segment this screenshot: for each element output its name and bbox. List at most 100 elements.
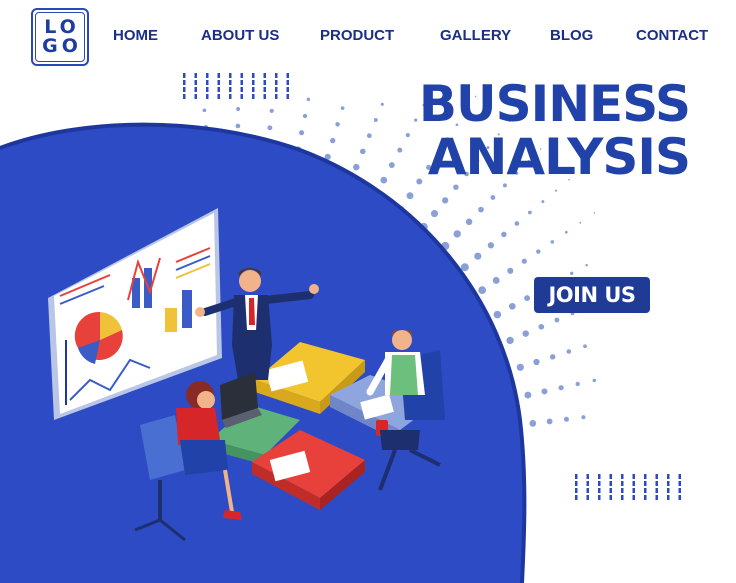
grid-dot [655, 488, 658, 493]
halftone-dot [442, 197, 449, 204]
grid-dot [217, 87, 220, 92]
grid-dot [194, 73, 197, 78]
grid-dot [667, 495, 670, 500]
halftone-dot [585, 263, 588, 267]
grid-dot [598, 488, 601, 493]
halftone-dot [353, 163, 360, 171]
halftone-dot [269, 108, 274, 113]
grid-dot [229, 80, 232, 85]
nav-home[interactable]: HOME [113, 27, 158, 44]
grid-dot [575, 488, 578, 493]
halftone-dot [373, 118, 378, 122]
halftone-dot [299, 130, 305, 136]
halftone-dot [575, 381, 580, 387]
grid-dot [655, 481, 658, 486]
grid-dot [217, 94, 220, 99]
halftone-dot [554, 317, 560, 323]
halftone-dot [508, 302, 516, 310]
grid-dot [678, 481, 681, 486]
grid-dot [644, 474, 647, 479]
grid-dot [286, 94, 289, 99]
halftone-dot [388, 162, 395, 169]
grid-dot [586, 481, 589, 486]
grid-dot [609, 474, 612, 479]
landing-page: LO GO HOME ABOUT US PRODUCT GALLERY BLOG… [0, 0, 736, 583]
halftone-dot [566, 349, 572, 354]
grid-dot [206, 94, 209, 99]
halftone-dot [507, 267, 514, 274]
halftone-dot [529, 420, 537, 427]
halftone-dot [430, 210, 439, 218]
hero-title-line1: BUSINESS [418, 75, 691, 133]
grid-dot [678, 495, 681, 500]
halftone-dot [546, 418, 553, 425]
grid-dot [598, 481, 601, 486]
grid-dot [586, 495, 589, 500]
grid-dot [194, 80, 197, 85]
halftone-dot [492, 276, 500, 284]
nav-product[interactable]: PRODUCT [320, 27, 394, 44]
halftone-dot [564, 416, 569, 422]
halftone-dot [380, 102, 384, 106]
nav-contact[interactable]: CONTACT [636, 27, 708, 44]
grid-dot [598, 474, 601, 479]
grid-dot [632, 481, 635, 486]
halftone-dot [478, 286, 487, 294]
grid-dot [586, 488, 589, 493]
grid-dot [240, 80, 243, 85]
grid-dot [275, 87, 278, 92]
hero-title: BUSINESS ANALYSIS [418, 75, 691, 184]
halftone-dot [501, 231, 507, 238]
grid-dot [263, 94, 266, 99]
grid-dot [575, 495, 578, 500]
grid-dot [286, 73, 289, 78]
halftone-dot [541, 200, 545, 204]
nav-blog[interactable]: BLOG [550, 27, 593, 44]
halftone-dot [202, 108, 207, 113]
halftone-dot [465, 218, 473, 226]
grid-dot [644, 481, 647, 486]
halftone-dot [366, 133, 372, 139]
grid-dot [217, 73, 220, 78]
halftone-dot [516, 363, 524, 371]
grid-dot [655, 495, 658, 500]
grid-dot [609, 481, 612, 486]
halftone-dot [406, 192, 414, 200]
halftone-dot [528, 210, 532, 215]
halftone-dot [522, 330, 529, 337]
join-us-button[interactable]: JOIN US [534, 277, 650, 313]
halftone-dot [397, 147, 403, 153]
halftone-dot [236, 107, 241, 111]
grid-dot [263, 80, 266, 85]
halftone-dot [592, 378, 597, 383]
halftone-dot [564, 230, 568, 234]
halftone-dot [550, 240, 555, 244]
halftone-dot [380, 176, 388, 184]
grid-dot [621, 488, 624, 493]
grid-dot [206, 73, 209, 78]
halftone-dot [541, 388, 548, 395]
grid-dot [183, 94, 186, 99]
grid-dot [275, 94, 278, 99]
grid-dot [632, 495, 635, 500]
grid-dot [252, 73, 255, 78]
halftone-dot [549, 354, 556, 360]
halftone-dot [493, 310, 502, 319]
halftone-dot [581, 415, 586, 420]
nav-gallery[interactable]: GALLERY [440, 27, 511, 44]
nav-about-us[interactable]: ABOUT US [201, 27, 279, 44]
grid-dot [575, 474, 578, 479]
halftone-dot [583, 344, 587, 349]
grid-dot [252, 87, 255, 92]
halftone-dot [235, 123, 241, 129]
halftone-dot [478, 206, 484, 213]
grid-dot [240, 94, 243, 99]
halftone-dot [359, 148, 366, 155]
halftone-dot [474, 252, 482, 260]
halftone-dot [554, 189, 558, 192]
halftone-dot [306, 97, 311, 102]
halftone-dot [335, 122, 340, 127]
grid-dot [644, 488, 647, 493]
halftone-dot [487, 242, 495, 249]
halftone-dot [593, 212, 596, 214]
